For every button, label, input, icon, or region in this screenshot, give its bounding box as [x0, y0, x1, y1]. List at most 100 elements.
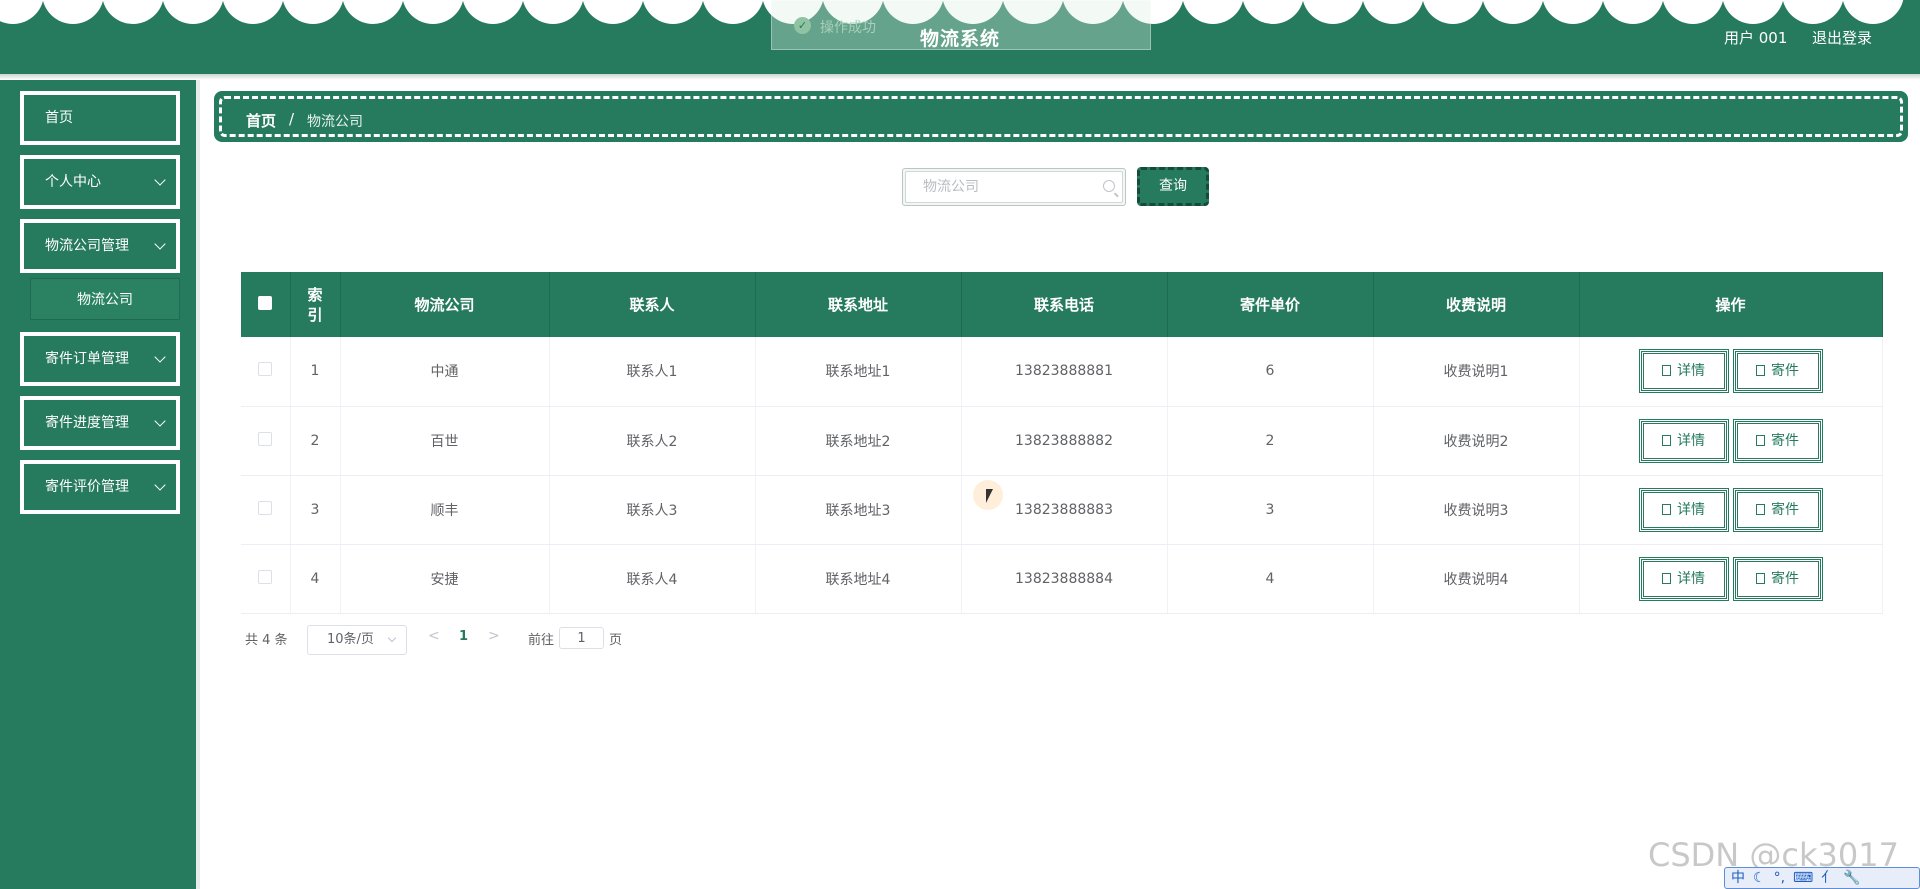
pagination-total: 共 4 条: [245, 633, 288, 648]
cell-price: 3: [1167, 475, 1374, 545]
detail-button[interactable]: 详情: [1638, 418, 1729, 463]
row-select-cell: [241, 337, 291, 407]
cell-contact: 联系人1: [549, 337, 756, 407]
send-button[interactable]: 寄件: [1732, 487, 1823, 532]
cell-price: 6: [1167, 337, 1374, 407]
send-button[interactable]: 寄件: [1732, 349, 1823, 394]
page-size-select[interactable]: 10条/页: [307, 625, 407, 655]
ime-item[interactable]: 中: [1731, 870, 1745, 886]
sidebar-item-label: 寄件订单管理: [45, 351, 129, 367]
cell-company: 中通: [340, 337, 550, 407]
header-scallop: [42, 0, 104, 24]
header-scallop: [522, 0, 584, 24]
table-row: 4 安捷 联系人4 联系地址4 13823888884 4 收费说明4 详情 寄件: [241, 544, 1883, 614]
sidebar-item-review-management[interactable]: 寄件评价管理: [20, 460, 180, 514]
cell-index: 1: [290, 337, 341, 407]
goto-page-input[interactable]: [559, 627, 604, 649]
next-page-icon[interactable]: >: [488, 628, 500, 644]
detail-button[interactable]: 详情: [1638, 349, 1729, 394]
cell-price: 2: [1167, 406, 1374, 476]
send-button[interactable]: 寄件: [1732, 556, 1823, 601]
column-header-address: 联系地址: [755, 272, 962, 337]
sidebar-item-label: 寄件进度管理: [45, 415, 129, 431]
row-checkbox[interactable]: [258, 569, 273, 584]
detail-button[interactable]: 详情: [1638, 556, 1729, 601]
ime-item[interactable]: 🔧: [1843, 870, 1860, 886]
ime-toolbar[interactable]: 中 ☾ °, ⌨ ⺅ 🔧: [1724, 867, 1920, 889]
goto-suffix: 页: [609, 633, 623, 648]
chevron-down-icon: [154, 415, 166, 427]
chevron-down-icon: [154, 479, 166, 491]
header-scallop: [1782, 0, 1844, 24]
header-scallop: [1722, 0, 1784, 24]
cell-note: 收费说明1: [1373, 337, 1580, 407]
header-scallop: [0, 0, 44, 24]
send-label: 寄件: [1771, 432, 1799, 449]
row-checkbox[interactable]: [258, 362, 273, 377]
row-select-cell: [241, 406, 291, 476]
logout-link[interactable]: 退出登录: [1812, 27, 1872, 48]
header-scallop: [642, 0, 704, 24]
column-header-note: 收费说明: [1373, 272, 1580, 337]
header-divider: [0, 74, 1920, 80]
send-label: 寄件: [1771, 570, 1799, 587]
chevron-down-icon: [154, 351, 166, 363]
header-scallop: [222, 0, 284, 24]
ime-item[interactable]: ⌨: [1793, 870, 1813, 886]
ime-item[interactable]: ⺅: [1821, 870, 1835, 886]
column-header-company: 物流公司: [340, 272, 550, 337]
ime-item[interactable]: °,: [1774, 870, 1785, 886]
cell-index: 4: [290, 544, 341, 614]
query-button[interactable]: 查询: [1137, 167, 1209, 206]
header-scallop: [402, 0, 464, 24]
send-label: 寄件: [1771, 363, 1799, 380]
search-input[interactable]: [905, 171, 1123, 203]
sidebar-subitem-company[interactable]: 物流公司: [30, 278, 180, 320]
table-row: 3 顺丰 联系人3 联系地址3 13823888883 3 收费说明3 详情 寄件: [241, 475, 1883, 545]
send-button[interactable]: 寄件: [1732, 418, 1823, 463]
sidebar-item-label: 首页: [45, 110, 73, 126]
document-icon: [1662, 572, 1671, 584]
page-number[interactable]: 1: [459, 629, 468, 644]
detail-label: 详情: [1677, 501, 1705, 518]
sidebar-item-progress-management[interactable]: 寄件进度管理: [20, 396, 180, 450]
header-scallop: [1482, 0, 1544, 24]
header-scallop: [1242, 0, 1304, 24]
table-row: 1 中通 联系人1 联系地址1 13823888881 6 收费说明1 详情 寄件: [241, 337, 1883, 407]
header-scallop: [702, 0, 764, 24]
header-scallop: [1542, 0, 1604, 24]
header-scallop: [1662, 0, 1724, 24]
document-icon: [1756, 365, 1765, 377]
page-size-value: 10条/页: [327, 632, 374, 647]
detail-label: 详情: [1677, 363, 1705, 380]
cell-phone: 13823888881: [961, 337, 1168, 407]
detail-label: 详情: [1677, 432, 1705, 449]
breadcrumb-separator: /: [289, 110, 295, 128]
sidebar-item-company-management[interactable]: 物流公司管理: [20, 219, 180, 273]
breadcrumb-home[interactable]: 首页: [246, 110, 276, 131]
app-title: 物流系统: [919, 28, 1000, 50]
sidebar-item-home[interactable]: 首页: [20, 91, 180, 145]
header-scallop: [162, 0, 224, 24]
row-checkbox[interactable]: [258, 431, 273, 446]
detail-button[interactable]: 详情: [1638, 487, 1729, 532]
mouse-pointer-icon: [986, 489, 993, 503]
sidebar-item-order-management[interactable]: 寄件订单管理: [20, 332, 180, 386]
column-header-index: 索引: [290, 272, 341, 337]
sidebar-item-personal-center[interactable]: 个人中心: [20, 155, 180, 209]
row-checkbox[interactable]: [258, 500, 273, 515]
goto-label: 前往: [528, 633, 555, 648]
cell-contact: 联系人4: [549, 544, 756, 614]
ime-item[interactable]: ☾: [1753, 870, 1766, 886]
row-select-cell: [241, 544, 291, 614]
select-all-checkbox[interactable]: [258, 295, 273, 310]
cell-index: 2: [290, 406, 341, 476]
send-label: 寄件: [1771, 501, 1799, 518]
document-icon: [1662, 365, 1671, 377]
cell-actions: 详情 寄件: [1579, 406, 1883, 476]
sidebar-item-label: 个人中心: [45, 174, 101, 190]
search-icon: [1103, 180, 1115, 192]
header-scallop: [582, 0, 644, 24]
breadcrumb: 首页 / 物流公司: [214, 91, 1908, 142]
prev-page-icon[interactable]: <: [428, 628, 440, 644]
